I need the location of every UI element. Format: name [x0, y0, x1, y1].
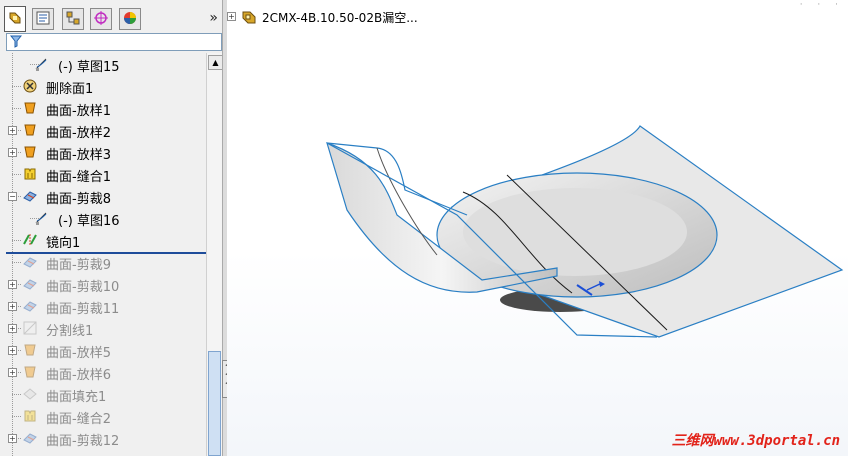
- tree-item-label: (-) 草图15: [58, 60, 120, 75]
- surface-trim-icon: [22, 430, 38, 446]
- tree-connector: [12, 86, 21, 87]
- scroll-thumb[interactable]: [208, 351, 221, 456]
- feature-manager-panel: » (-) 草图15 删除面1 曲面-放样1 + 曲面-放样2 + 曲面-放样3 曲面-缝合1…: [0, 0, 223, 456]
- tab-display-manager[interactable]: [119, 8, 141, 30]
- tree-expander[interactable]: −: [8, 192, 17, 201]
- tree-item[interactable]: + 曲面-剪裁11: [0, 295, 206, 317]
- surface-knit-icon: [22, 408, 38, 424]
- tree-connector: [12, 262, 21, 263]
- tree-item-label: 曲面-放样3: [46, 148, 111, 163]
- surface-trim-icon: [22, 298, 38, 314]
- tree-item-label: 曲面-剪裁10: [46, 280, 120, 295]
- watermark-prefix: 三维网: [671, 433, 714, 449]
- surface-trim-icon: [22, 188, 38, 204]
- watermark: 三维网www.3dportal.cn: [672, 430, 840, 450]
- feature-tree: (-) 草图15 删除面1 曲面-放样1 + 曲面-放样2 + 曲面-放样3 曲面-缝合1 − 曲…: [0, 53, 206, 456]
- surface-loft-icon: [22, 342, 38, 358]
- color-wheel-icon: [122, 10, 138, 29]
- tree-expander[interactable]: +: [8, 324, 17, 333]
- surface-loft-icon: [22, 364, 38, 380]
- surface-loft-icon: [22, 122, 38, 138]
- tree-item[interactable]: + 曲面-放样6: [0, 361, 206, 383]
- tree-item-label: 曲面-剪裁12: [46, 434, 120, 449]
- mirror-icon: [22, 232, 38, 248]
- tree-item-label: 删除面1: [46, 82, 94, 97]
- split-line-icon: [22, 320, 38, 336]
- graphics-viewport[interactable]: + 2CMX-4B.10.50-02B漏空... · · · 三维网www.3d…: [227, 0, 848, 456]
- delete-face-icon: [22, 78, 38, 94]
- tree-item[interactable]: 曲面-剪裁9: [0, 251, 206, 273]
- model-view: [326, 125, 844, 338]
- tree-item-label: 曲面-放样1: [46, 104, 111, 119]
- tree-item-label: 曲面-剪裁8: [46, 192, 111, 207]
- tree-item-label: 曲面-剪裁9: [46, 258, 111, 273]
- tree-item[interactable]: 删除面1: [0, 75, 206, 97]
- tree-item-label: 曲面-剪裁11: [46, 302, 120, 317]
- surface-fill-icon: [22, 386, 38, 402]
- tree-expander[interactable]: +: [8, 368, 17, 377]
- tree-connector: [12, 416, 21, 417]
- tree-item-label: 曲面填充1: [46, 390, 107, 405]
- tree-expander[interactable]: +: [8, 126, 17, 135]
- sketch-icon: [34, 56, 50, 72]
- tree-expander[interactable]: +: [8, 280, 17, 289]
- filter-icon: [9, 34, 23, 51]
- tree-expander[interactable]: +: [8, 148, 17, 157]
- tree-connector: [12, 174, 21, 175]
- tab-configuration-manager[interactable]: [62, 8, 84, 30]
- tree-item[interactable]: + 曲面-放样2: [0, 119, 206, 141]
- tree-item-label: (-) 草图16: [58, 214, 120, 229]
- surface-trim-icon: [22, 254, 38, 270]
- watermark-url: www.3dportal.cn: [713, 433, 840, 449]
- feature-filter-input[interactable]: [6, 33, 222, 51]
- tree-item[interactable]: + 曲面-剪裁10: [0, 273, 206, 295]
- tree-expander[interactable]: +: [8, 434, 17, 443]
- property-icon: [35, 10, 51, 29]
- tree-connector: [12, 108, 21, 109]
- tab-feature-manager[interactable]: [4, 6, 26, 32]
- manager-tab-strip: »: [0, 6, 222, 32]
- surface-loft-icon: [22, 144, 38, 160]
- tree-expander[interactable]: +: [8, 302, 17, 311]
- more-tabs-button[interactable]: »: [209, 10, 218, 26]
- tree-connector: [12, 240, 21, 241]
- tree-expander[interactable]: +: [8, 346, 17, 355]
- tree-item[interactable]: − 曲面-剪裁8: [0, 185, 206, 207]
- tree-item[interactable]: 曲面-缝合2: [0, 405, 206, 427]
- tree-scrollbar[interactable]: ▲: [206, 53, 223, 456]
- surface-model[interactable]: [326, 125, 844, 338]
- tree-item[interactable]: 镜向1: [0, 229, 206, 251]
- tree-item[interactable]: + 曲面-剪裁12: [0, 427, 206, 449]
- tree-item[interactable]: + 分割线1: [0, 317, 206, 339]
- rollback-bar[interactable]: [6, 252, 206, 254]
- sketch-icon: [34, 210, 50, 226]
- scroll-up-button[interactable]: ▲: [208, 55, 223, 70]
- tab-property-manager[interactable]: [32, 8, 54, 30]
- tab-dimxpert-manager[interactable]: [90, 8, 112, 30]
- tree-connector: [12, 394, 21, 395]
- configuration-icon: [65, 10, 81, 29]
- tree-item[interactable]: (-) 草图16: [0, 207, 206, 229]
- tree-item-label: 曲面-放样5: [46, 346, 111, 361]
- tree-item-label: 曲面-放样2: [46, 126, 111, 141]
- tree-item[interactable]: 曲面填充1: [0, 383, 206, 405]
- tree-item-label: 曲面-放样6: [46, 368, 111, 383]
- feature-tree-icon: [7, 10, 23, 29]
- tree-item[interactable]: (-) 草图15: [0, 53, 206, 75]
- tree-item[interactable]: 曲面-缝合1: [0, 163, 206, 185]
- target-icon: [93, 10, 109, 29]
- tree-item-label: 曲面-缝合1: [46, 170, 111, 185]
- tree-item-label: 分割线1: [46, 324, 94, 339]
- tree-item-label: 曲面-缝合2: [46, 412, 111, 427]
- surface-knit-icon: [22, 166, 38, 182]
- tree-item-label: 镜向1: [46, 236, 81, 251]
- tree-item[interactable]: + 曲面-放样3: [0, 141, 206, 163]
- surface-loft-icon: [22, 100, 38, 116]
- tree-item[interactable]: + 曲面-放样5: [0, 339, 206, 361]
- tree-item[interactable]: 曲面-放样1: [0, 97, 206, 119]
- surface-trim-icon: [22, 276, 38, 292]
